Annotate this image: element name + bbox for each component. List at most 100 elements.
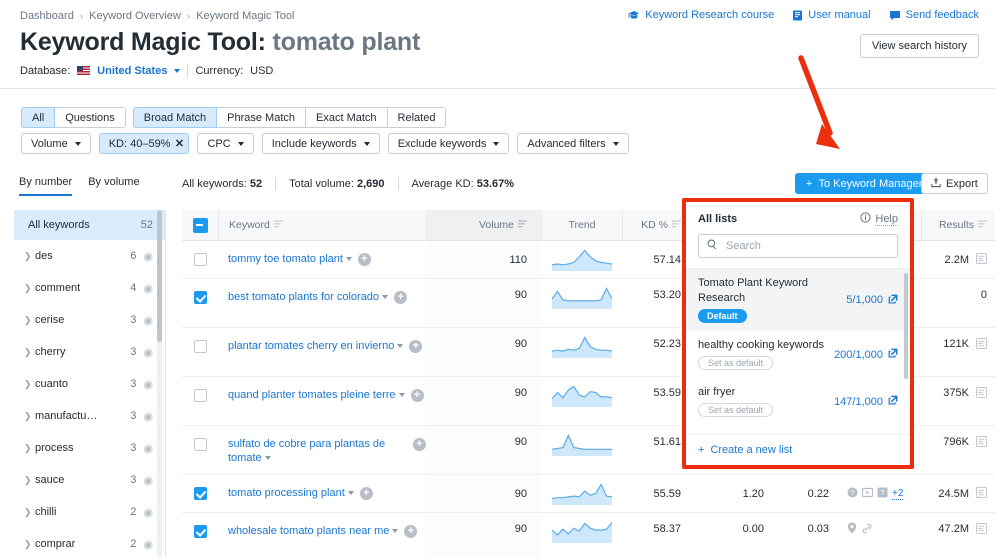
list-item-air-fryer[interactable]: air fryer Set as default 147/1,000: [686, 378, 910, 425]
eye-icon[interactable]: ◉: [143, 410, 153, 423]
local-pack-icon[interactable]: [847, 522, 857, 537]
keyword-link[interactable]: wholesale tomato plants near me: [228, 524, 399, 538]
filter-include-keywords[interactable]: Include keywords: [261, 133, 380, 154]
serp-snapshot-icon[interactable]: [976, 486, 987, 501]
list-item-count-wrap[interactable]: 5/1,000: [846, 294, 898, 307]
row-checkbox[interactable]: [193, 291, 207, 304]
eye-icon[interactable]: ◉: [143, 538, 153, 551]
sidebar-item-des[interactable]: ❯ des 6 ◉: [14, 240, 165, 272]
sort-icon[interactable]: [273, 219, 283, 231]
serp-snapshot-icon[interactable]: [976, 338, 987, 352]
tab-by-number[interactable]: By number: [19, 176, 73, 196]
chevron-down-icon[interactable]: [382, 295, 389, 300]
list-item-nike-keywords[interactable]: nike keywords Set as default 3/1,000: [686, 425, 910, 434]
keyword-link[interactable]: best tomato plants for colorado: [228, 290, 389, 304]
lists-search-input[interactable]: [724, 239, 889, 253]
sidebar-item-manufactu[interactable]: ❯ manufactu… 3 ◉: [14, 400, 165, 432]
add-keyword-button[interactable]: +: [404, 525, 418, 538]
match-tab-exact-match[interactable]: Exact Match: [305, 107, 388, 128]
add-keyword-button[interactable]: +: [394, 291, 408, 304]
help-link[interactable]: Help: [860, 212, 898, 226]
filter-cpc[interactable]: CPC: [197, 133, 254, 154]
serp-snapshot-icon[interactable]: [976, 252, 987, 267]
external-link-icon[interactable]: [888, 395, 898, 408]
serp-snapshot-icon[interactable]: [976, 387, 987, 401]
filter-advanced[interactable]: Advanced filters: [517, 133, 629, 154]
eye-icon[interactable]: ◉: [143, 346, 153, 359]
match-tab-all[interactable]: All: [21, 107, 56, 128]
search-box[interactable]: [698, 234, 898, 258]
filter-kd[interactable]: KD: 40–59%: [98, 133, 179, 154]
chevron-down-icon[interactable]: [174, 68, 181, 73]
row-checkbox[interactable]: [193, 438, 207, 451]
video-icon[interactable]: [861, 487, 874, 501]
list-item-healthy-cooking-keywords[interactable]: healthy cooking keywords Set as default …: [686, 331, 910, 378]
match-tab-broad-match[interactable]: Broad Match: [132, 107, 218, 128]
keyword-link[interactable]: quand planter tomates pleine terre: [228, 388, 405, 402]
keyword-link[interactable]: tommy toe tomato plant: [228, 252, 352, 266]
send-feedback-link[interactable]: Send feedback: [889, 9, 979, 21]
sidebar-item-chilli[interactable]: ❯ chilli 2 ◉: [14, 496, 165, 528]
sidebar-item-process[interactable]: ❯ process 3 ◉: [14, 432, 165, 464]
column-header-keyword[interactable]: Keyword: [218, 210, 426, 240]
chevron-down-icon[interactable]: [392, 529, 399, 534]
chevron-down-icon[interactable]: [398, 393, 405, 398]
sidebar-item-cherry[interactable]: ❯ cherry 3 ◉: [14, 336, 165, 368]
view-search-history-button[interactable]: View search history: [859, 34, 979, 58]
eye-icon[interactable]: ◉: [143, 474, 153, 487]
eye-icon[interactable]: ◉: [143, 506, 153, 519]
breadcrumb-item-keyword-magic-tool[interactable]: Keyword Magic Tool: [196, 10, 294, 22]
sidebar-item-all-keywords[interactable]: All keywords 52: [14, 210, 165, 240]
add-keyword-button[interactable]: +: [410, 389, 424, 402]
column-header-results[interactable]: Results: [921, 210, 995, 240]
row-checkbox[interactable]: [193, 487, 207, 500]
list-item-count-wrap[interactable]: 200/1,000: [834, 348, 898, 361]
row-checkbox[interactable]: [193, 340, 207, 353]
lists-scrollbar-thumb[interactable]: [904, 273, 908, 379]
keyword-research-course-link[interactable]: Keyword Research course: [628, 9, 774, 21]
table-row[interactable]: wholesale tomato plants near me +90 58.37 0…: [182, 513, 995, 557]
keyword-link[interactable]: tomato processing plant: [228, 486, 354, 500]
sidebar-item-cuanto[interactable]: ❯ cuanto 3 ◉: [14, 368, 165, 400]
sidebar-scrollbar-thumb[interactable]: [157, 210, 162, 342]
sort-icon[interactable]: [978, 219, 987, 231]
sidebar-item-comment[interactable]: ❯ comment 4 ◉: [14, 272, 165, 304]
match-tab-questions[interactable]: Questions: [54, 107, 126, 128]
add-keyword-button[interactable]: +: [359, 487, 373, 500]
row-checkbox[interactable]: [193, 253, 207, 266]
eye-icon[interactable]: ◉: [143, 250, 153, 263]
sidebar-item-cerise[interactable]: ❯ cerise 3 ◉: [14, 304, 165, 336]
table-row[interactable]: tomato processing plant +90 55.59 1.20 0.22?…: [182, 475, 995, 513]
keyword-link[interactable]: plantar tomates cherry en invierno: [228, 339, 404, 353]
chevron-down-icon[interactable]: [397, 344, 404, 349]
user-manual-link[interactable]: User manual: [792, 9, 871, 21]
set-as-default-button[interactable]: Set as default: [698, 403, 774, 417]
match-tab-phrase-match[interactable]: Phrase Match: [216, 107, 307, 128]
database-value[interactable]: United States: [97, 65, 167, 77]
chevron-down-icon[interactable]: [347, 491, 354, 496]
question-icon[interactable]: ?: [847, 487, 858, 501]
sidebar-item-comprar[interactable]: ❯ comprar 2 ◉: [14, 528, 165, 557]
set-as-default-button[interactable]: Set as default: [698, 356, 774, 370]
export-button[interactable]: Export: [921, 173, 988, 194]
external-link-icon[interactable]: [888, 294, 898, 307]
chevron-down-icon[interactable]: [345, 257, 352, 262]
serp-snapshot-icon[interactable]: [976, 523, 987, 537]
breadcrumb-item-keyword-overview[interactable]: Keyword Overview: [89, 10, 181, 22]
external-link-icon[interactable]: [888, 348, 898, 361]
add-keyword-button[interactable]: +: [409, 340, 423, 353]
eye-icon[interactable]: ◉: [143, 282, 153, 295]
add-keyword-button[interactable]: +: [413, 438, 426, 451]
keyword-link[interactable]: sulfato de cobre para plantas de tomate: [228, 437, 407, 465]
row-checkbox[interactable]: [193, 389, 207, 402]
select-all-checkbox[interactable]: [192, 217, 208, 233]
eye-icon[interactable]: ◉: [143, 442, 153, 455]
row-checkbox[interactable]: [193, 525, 207, 538]
breadcrumb-item-dashboard[interactable]: Dashboard: [20, 10, 74, 22]
faq-icon[interactable]: ?: [877, 487, 888, 501]
eye-icon[interactable]: ◉: [143, 314, 153, 327]
to-keyword-manager-button[interactable]: + To Keyword Manager: [795, 173, 934, 194]
filter-volume[interactable]: Volume: [21, 133, 91, 154]
link-icon[interactable]: [861, 523, 873, 537]
sidebar-item-sauce[interactable]: ❯ sauce 3 ◉: [14, 464, 165, 496]
